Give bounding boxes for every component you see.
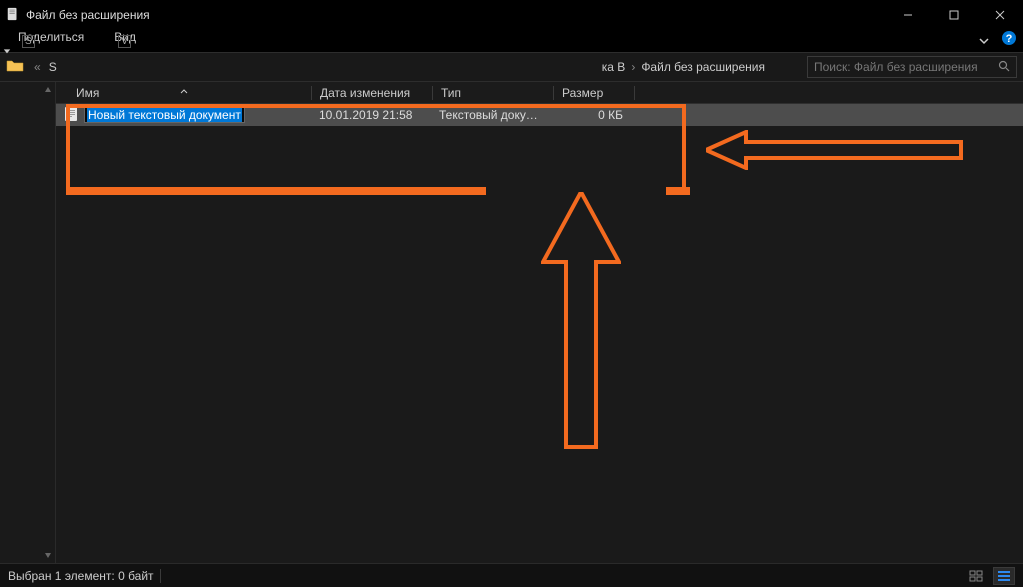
column-name-label: Имя — [76, 86, 99, 100]
annotation-rectangle-bottom — [66, 187, 486, 195]
column-header-size[interactable]: Размер — [554, 86, 634, 100]
annotation-rectangle-bottom-right — [666, 187, 690, 195]
breadcrumb-separator-icon: › — [629, 60, 637, 74]
breadcrumb-seg-1[interactable]: S — [45, 60, 61, 74]
breadcrumb-overflow-icon[interactable]: « — [30, 60, 45, 74]
help-icon[interactable]: ? — [1001, 30, 1017, 49]
sort-indicator-icon — [180, 83, 188, 97]
rename-text: Новый текстовый документ — [87, 108, 242, 122]
tab-share-key: S — [22, 35, 35, 48]
column-headers: Имя Дата изменения Тип Размер — [56, 82, 1023, 104]
column-header-date[interactable]: Дата изменения — [312, 86, 432, 100]
file-row[interactable]: Новый текстовый документ 10.01.2019 21:5… — [56, 104, 1023, 126]
tab-share[interactable]: Поделиться S — [18, 30, 84, 44]
status-separator — [160, 569, 161, 583]
breadcrumb-seg-3[interactable]: Файл без расширения — [637, 60, 769, 74]
maximize-button[interactable] — [931, 0, 977, 30]
search-input[interactable]: Поиск: Файл без расширения — [807, 56, 1017, 78]
annotation-arrow-up — [541, 192, 621, 455]
view-large-icons-button[interactable] — [965, 567, 987, 585]
close-button[interactable] — [977, 0, 1023, 30]
text-file-icon — [64, 106, 78, 125]
column-header-name[interactable]: Имя — [56, 86, 311, 100]
column-resize-handle[interactable] — [634, 86, 635, 100]
ribbon-tabs: Поделиться S Вид V ? — [0, 30, 1023, 52]
column-header-type[interactable]: Тип — [433, 86, 553, 100]
minimize-button[interactable] — [885, 0, 931, 30]
navigation-pane[interactable] — [0, 82, 56, 563]
ribbon-expand-icon[interactable] — [979, 35, 989, 49]
tab-view[interactable]: Вид V — [114, 30, 136, 44]
column-size-label: Размер — [562, 86, 603, 100]
file-date: 10.01.2019 21:58 — [311, 108, 431, 122]
file-size: 0 КБ — [551, 108, 631, 122]
breadcrumb-seg-2[interactable]: ка B — [598, 60, 630, 74]
status-bar: Выбран 1 элемент: 0 байт — [0, 563, 1023, 587]
column-date-label: Дата изменения — [320, 86, 410, 100]
folder-icon — [6, 59, 24, 76]
file-list-area: Имя Дата изменения Тип Размер Новый текс… — [56, 82, 1023, 563]
breadcrumb[interactable]: « S ка B › Файл без расширения — [30, 60, 769, 74]
main-area: Имя Дата изменения Тип Размер Новый текс… — [0, 82, 1023, 563]
annotation-arrow-left — [706, 130, 966, 173]
address-bar-row: « S ка B › Файл без расширения Поиск: Фа… — [0, 52, 1023, 82]
file-type: Текстовый докум... — [431, 108, 551, 122]
app-icon — [6, 7, 20, 24]
scroll-down-icon[interactable] — [40, 547, 56, 563]
window-title: Файл без расширения — [26, 8, 150, 22]
search-icon — [998, 60, 1010, 75]
svg-text:?: ? — [1006, 33, 1013, 45]
scroll-up-icon[interactable] — [40, 82, 56, 98]
column-type-label: Тип — [441, 86, 461, 100]
rename-input[interactable]: Новый текстовый документ — [84, 107, 245, 123]
view-details-button[interactable] — [993, 567, 1015, 585]
tab-view-key: V — [118, 35, 131, 48]
file-tab-dropdown-icon[interactable] — [3, 44, 11, 58]
search-placeholder: Поиск: Файл без расширения — [814, 60, 998, 74]
status-text: Выбран 1 элемент: 0 байт — [8, 569, 154, 583]
title-bar: Файл без расширения — [0, 0, 1023, 30]
